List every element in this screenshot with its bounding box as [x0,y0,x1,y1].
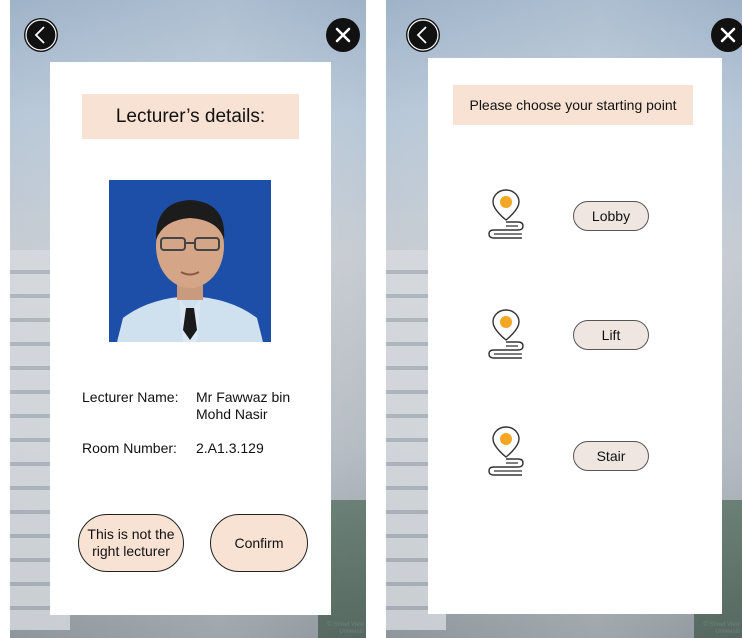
lobby-button[interactable]: Lobby [573,201,649,231]
route-pin-icon [488,426,524,476]
map-watermark: © Street View Universiti [703,622,740,635]
not-right-line2: right lecturer [92,543,170,559]
close-button[interactable] [711,18,742,52]
starting-point-card: Please choose your starting point Lobby … [428,58,722,614]
not-right-line1: This is not the [87,526,175,542]
lecturer-photo [109,180,271,342]
lecturer-name-value: Mr Fawwaz bin Mohd Nasir [196,389,290,423]
back-button[interactable] [24,18,58,52]
confirm-button[interactable]: Confirm [210,514,308,572]
lecturer-details-card: Lecturer’s details: Lecturer Name: Mr Fa… [50,62,331,615]
room-number-label: Room Number: [82,440,177,456]
starting-point-screen: Please choose your starting point Lobby … [386,0,742,638]
starting-point-title: Please choose your starting point [453,85,693,125]
room-number-value: 2.A1.3.129 [196,440,264,456]
lecturer-name-label: Lecturer Name: [82,389,179,405]
stair-button[interactable]: Stair [573,441,649,471]
close-icon [335,27,351,43]
route-pin-icon [488,189,524,239]
not-right-lecturer-label: This is not the right lecturer [87,526,174,560]
lecturer-name-line1: Mr Fawwaz bin [196,389,291,405]
lift-button[interactable]: Lift [573,320,649,350]
lecturer-name-line2: Mohd Nasir [196,406,268,422]
chevron-left-icon [25,19,57,51]
close-button[interactable] [326,18,360,52]
route-pin-icon [488,309,524,359]
lecturer-details-title: Lecturer’s details: [82,94,299,139]
lecturer-details-screen: Lecturer’s details: Lecturer Name: Mr Fa… [10,0,366,638]
not-right-lecturer-button[interactable]: This is not the right lecturer [78,514,184,572]
chevron-left-icon [407,19,439,51]
back-button[interactable] [406,18,440,52]
lecturer-portrait-image [109,180,271,342]
map-watermark: © Street View Universiti [327,622,364,635]
close-icon [720,27,736,43]
